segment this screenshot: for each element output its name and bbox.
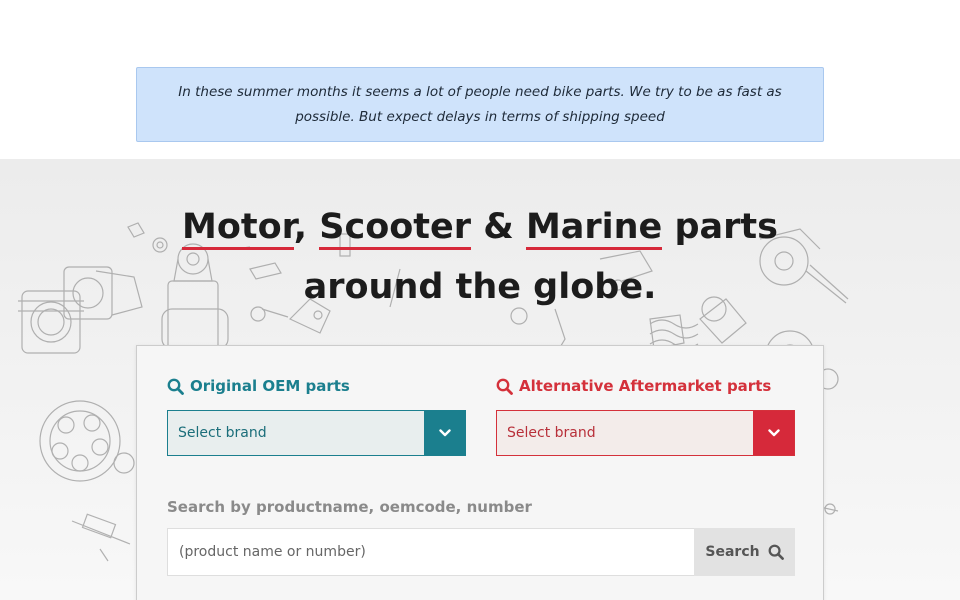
hero-section: Motor, Scooter & Marine parts around the… [0, 159, 960, 600]
oem-brand-select[interactable]: Select brand [167, 410, 466, 456]
spring-tool-illustration [71, 513, 131, 562]
aftermarket-parts-heading: Alternative Aftermarket parts [496, 377, 771, 395]
product-search-button[interactable]: Search [694, 528, 795, 576]
aftermarket-brand-dropdown-button[interactable] [753, 411, 794, 455]
headline-word-parts: parts [674, 207, 779, 247]
parts-search-card: Original OEM parts Select brand Alternat… [136, 345, 824, 600]
search-icon [496, 378, 513, 395]
oem-brand-dropdown-button[interactable] [424, 411, 465, 455]
product-search-row: Search [167, 528, 795, 576]
aftermarket-brand-select-value: Select brand [507, 425, 596, 441]
headline-comma: , [293, 207, 308, 247]
product-search-input[interactable] [167, 528, 694, 576]
aftermarket-parts-label: Alternative Aftermarket parts [519, 377, 772, 395]
shipping-notice: In these summer months it seems a lot of… [136, 67, 824, 142]
hero-headline-line2: around the globe. [303, 267, 657, 307]
oem-parts-label: Original OEM parts [190, 377, 350, 395]
headline-word-scooter: Scooter [319, 207, 472, 250]
oem-parts-heading: Original OEM parts [167, 377, 350, 395]
headline-word-marine: Marine [525, 207, 663, 250]
search-icon [768, 544, 784, 560]
shipping-notice-text: In these summer months it seems a lot of… [178, 83, 782, 125]
headline-word-motor: Motor [181, 207, 294, 250]
headline-ampersand: & [483, 207, 514, 247]
search-icon [167, 378, 184, 395]
aftermarket-brand-select[interactable]: Select brand [496, 410, 795, 456]
hero-headline: Motor, Scooter & Marine parts around the… [0, 197, 960, 317]
chevron-down-icon [438, 429, 451, 437]
chevron-down-icon [767, 429, 780, 437]
oem-brand-select-value: Select brand [178, 425, 267, 441]
hero-headline-line1: Motor, Scooter & Marine parts [0, 197, 960, 257]
clutch-illustration [39, 400, 135, 482]
product-search-label: Search by productname, oemcode, number [167, 498, 532, 516]
product-search-button-label: Search [705, 544, 760, 560]
